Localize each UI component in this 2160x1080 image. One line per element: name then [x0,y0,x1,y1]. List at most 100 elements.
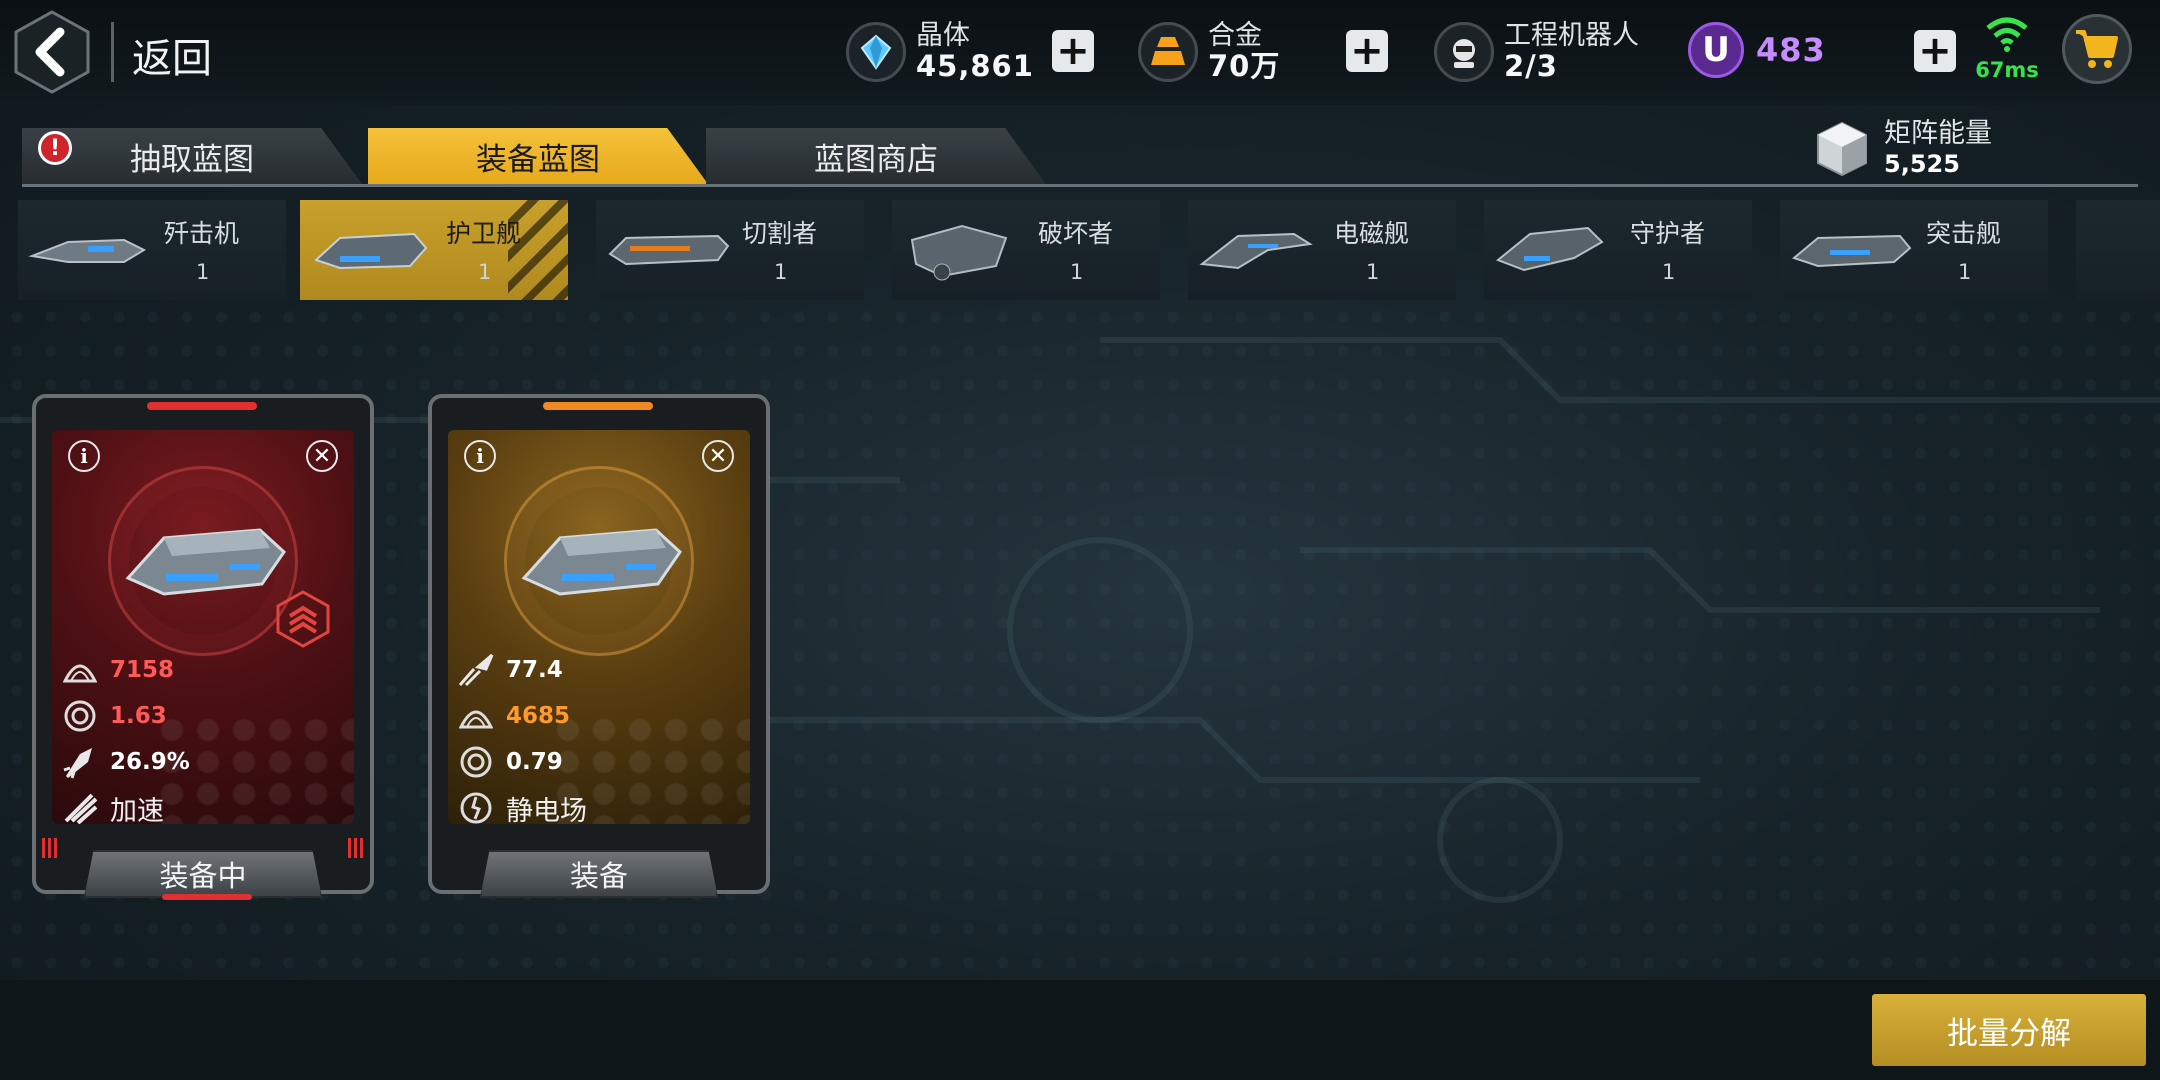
back-button[interactable] [14,10,90,94]
u-currency: U 483 [1688,22,1826,78]
side-marker [348,838,364,858]
tab-blueprint-shop[interactable]: 蓝图商店 [706,128,1046,184]
stat-value: 静电场 [506,795,587,825]
armor-icon [60,650,100,690]
rarity-glow [543,402,653,410]
alloy-resource: 合金 70万 [1138,14,1280,90]
alloy-icon [1138,22,1198,82]
matrix-energy: 矩阵能量 5,525 [1812,118,1992,179]
u-currency-icon: U [1688,22,1744,78]
shop-button[interactable] [2062,14,2132,84]
close-button[interactable]: ✕ [702,440,734,472]
frigate-ship-icon [125,528,286,596]
ship-type-item[interactable]: 突击舰 1 [1780,200,2048,300]
matrix-energy-label: 矩阵能量 [1884,118,1992,149]
ship-type-item[interactable]: 护卫舰 1 [300,200,568,300]
stat-value: 4685 [506,703,571,729]
stat-row: 77.4 [456,650,563,690]
ship-type-item[interactable]: 切割者 1 [596,200,864,300]
ping-value: 67ms [1975,58,2039,82]
speed-boost-icon [60,788,100,824]
notification-badge: ! [38,131,72,165]
top-bar: 返回 晶体 45,861 + 合金 70万 + 工程机器人 2/3 U 483 … [0,0,2160,105]
ship-type-item[interactable]: 电磁舰 1 [1188,200,1456,300]
network-status: 67ms [1972,16,2042,82]
equipped-glow [162,894,252,900]
tab-equip-blueprint[interactable]: 装备蓝图 [368,128,708,184]
ship-type-item[interactable]: 守护者 1 [1484,200,1752,300]
ship-type-name: 破坏者 [1038,219,1114,248]
ship-type-selector: 歼击机 1 护卫舰 1 切割者 1 破坏者 1 电磁舰 1 守护者 1 突击舰 … [18,200,2160,300]
robot-label: 工程机器人 [1504,20,1639,52]
blueprint-card[interactable]: i ✕ 7158 1.63 26.9% 加速 装备中 [32,394,374,900]
back-label[interactable]: 返回 [132,26,212,84]
bulk-dismantle-button[interactable]: 批量分解 [1872,994,2146,1066]
tab-label: 蓝图商店 [814,141,938,178]
destroyer-ship-icon [910,224,1008,281]
stat-value: 加速 [110,795,164,825]
add-crystal-button[interactable]: + [1052,30,1094,72]
stat-row: 静电场 [456,788,587,824]
stat-row: 7158 [60,650,174,690]
crystal-resource: 晶体 45,861 [846,14,1034,90]
side-marker [42,838,58,858]
stat-value: 1.63 [110,703,167,729]
frigate-ship-icon [521,528,682,596]
ship-type-count: 1 [1070,260,1084,284]
equipped-button[interactable]: 装备中 [84,850,322,898]
u-currency-value: 483 [1756,31,1826,69]
ship-type-count: 1 [196,260,210,284]
static-field-icon [456,788,496,824]
matrix-energy-value: 5,525 [1884,150,1960,179]
ship-type-item[interactable]: 破坏者 1 [892,200,1160,300]
stat-row: 26.9% [60,742,190,782]
ship-type-count: 1 [1958,260,1972,284]
stat-value: 26.9% [110,749,190,775]
close-button[interactable]: ✕ [306,440,338,472]
card-body: i ✕ 7158 1.63 26.9% 加速 [52,430,354,824]
ship-type-count: 1 [774,260,788,284]
ship-type-name: 护卫舰 [446,219,522,248]
add-u-currency-button[interactable]: + [1914,30,1956,72]
wifi-icon [1986,17,2028,52]
equip-button[interactable]: 装备 [480,850,718,898]
ship-type-count: 1 [478,260,492,284]
stat-row: 0.79 [456,742,563,782]
robot-icon [1434,22,1494,82]
ship-type-name: 突击舰 [1926,219,2002,248]
tab-label: 装备蓝图 [476,141,600,178]
em-ship-icon [1199,232,1313,270]
blueprint-card[interactable]: i ✕ 77.4 4685 0.79 静电场 装备 [428,394,770,898]
ship-type-name: 切割者 [742,219,818,248]
alloy-label: 合金 [1208,20,1262,52]
rocket-icon [60,742,100,782]
stat-row: 加速 [60,788,164,824]
crystal-icon [846,22,906,82]
tab-draw-blueprint[interactable]: 抽取蓝图 [22,128,362,184]
stat-value: 77.4 [506,657,563,683]
ship-type-count: 1 [1366,260,1380,284]
tab-underline [22,184,2138,187]
crystal-label: 晶体 [916,20,970,52]
ship-type-item-partial[interactable] [2076,200,2160,300]
add-alloy-button[interactable]: + [1346,30,1388,72]
ship-type-count: 1 [1662,260,1676,284]
info-button[interactable]: i [464,440,496,472]
stat-value: 7158 [110,657,175,683]
matrix-cube-icon [1817,121,1867,176]
back-arrow-icon [14,10,90,94]
rank-chevron-icon [276,590,330,648]
divider [111,22,114,82]
robot-value: 2/3 [1504,48,1558,83]
ship-type-name: 电磁舰 [1334,219,1410,248]
tab-label: 抽取蓝图 [130,141,254,178]
crystal-value: 45,861 [916,48,1034,83]
shield-icon [60,696,100,736]
ship-type-name: 守护者 [1630,219,1706,248]
stat-value: 0.79 [506,749,563,775]
info-button[interactable]: i [68,440,100,472]
card-body: i ✕ 77.4 4685 0.79 静电场 [448,430,750,824]
ship-type-item[interactable]: 歼击机 1 [18,200,286,300]
attack-icon [456,650,496,690]
armor-icon [456,696,496,736]
